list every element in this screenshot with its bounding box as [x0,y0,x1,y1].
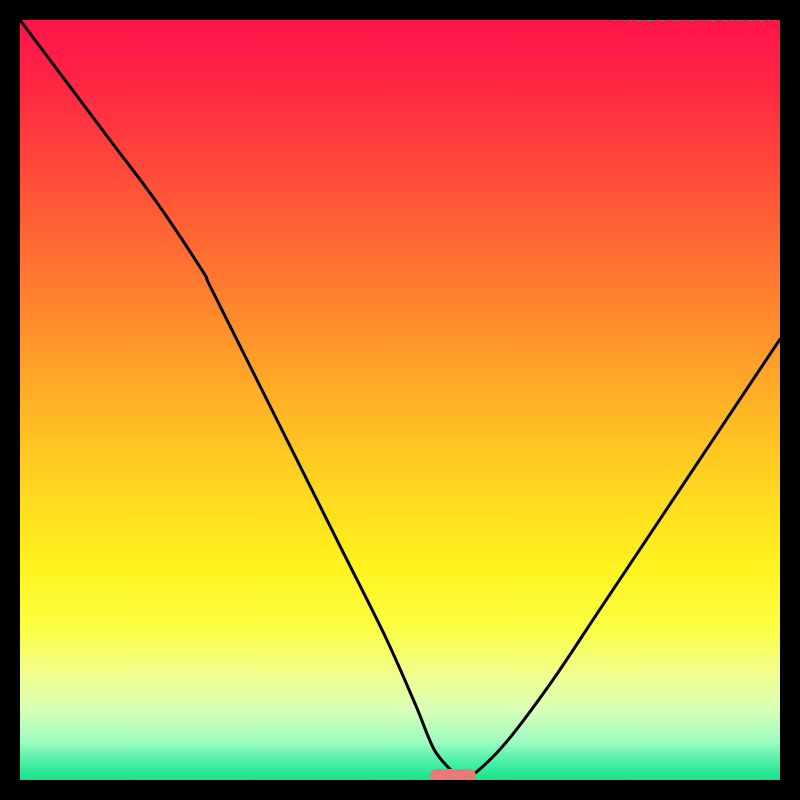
minimum-marker [430,769,476,780]
chart-frame: TheBottleneck.com [0,0,800,800]
plot-area: TheBottleneck.com [20,20,780,780]
watermark-text: TheBottleneck.com [609,20,780,27]
bottleneck-curve [20,20,780,780]
